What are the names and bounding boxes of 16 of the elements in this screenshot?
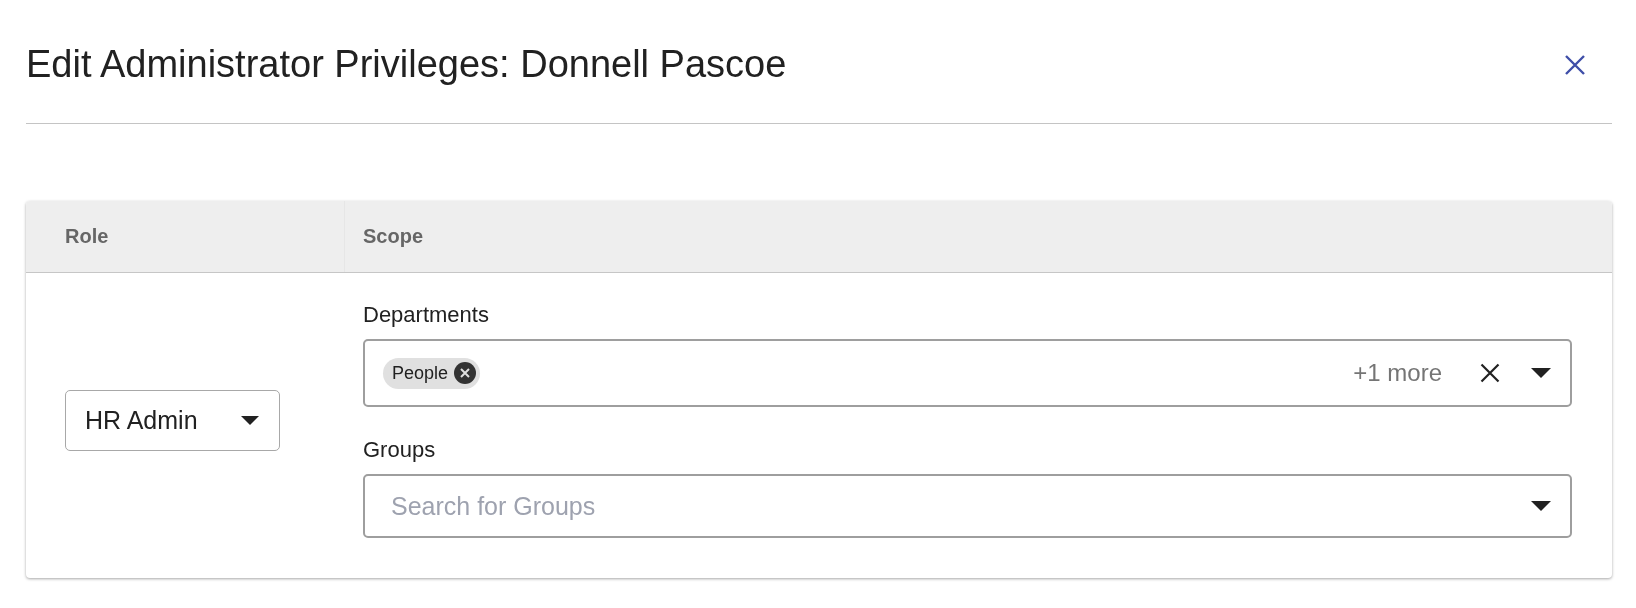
close-icon bbox=[1565, 54, 1585, 75]
caret-icon[interactable] bbox=[1531, 501, 1551, 511]
x-circle-icon[interactable] bbox=[454, 362, 477, 384]
column-header: Scope bbox=[363, 225, 424, 248]
caret-icon[interactable] bbox=[241, 415, 259, 425]
clear-icon[interactable] bbox=[1480, 363, 1500, 383]
caret-icon[interactable] bbox=[1531, 368, 1551, 378]
field-label: Groups bbox=[363, 437, 436, 463]
more-count: +1 more bbox=[1353, 359, 1442, 387]
column-header: Role bbox=[65, 225, 109, 248]
tag-label: People bbox=[392, 362, 449, 384]
dialog-title: Edit Administrator Privileges: Donnell Pascoe bbox=[26, 43, 787, 86]
role-select[interactable]: HR Admin bbox=[65, 389, 280, 451]
search-field[interactable]: Search for Groups bbox=[363, 474, 1572, 538]
multi-select-field[interactable]: People +1 more bbox=[363, 339, 1572, 407]
field-label: Departments bbox=[363, 302, 489, 328]
